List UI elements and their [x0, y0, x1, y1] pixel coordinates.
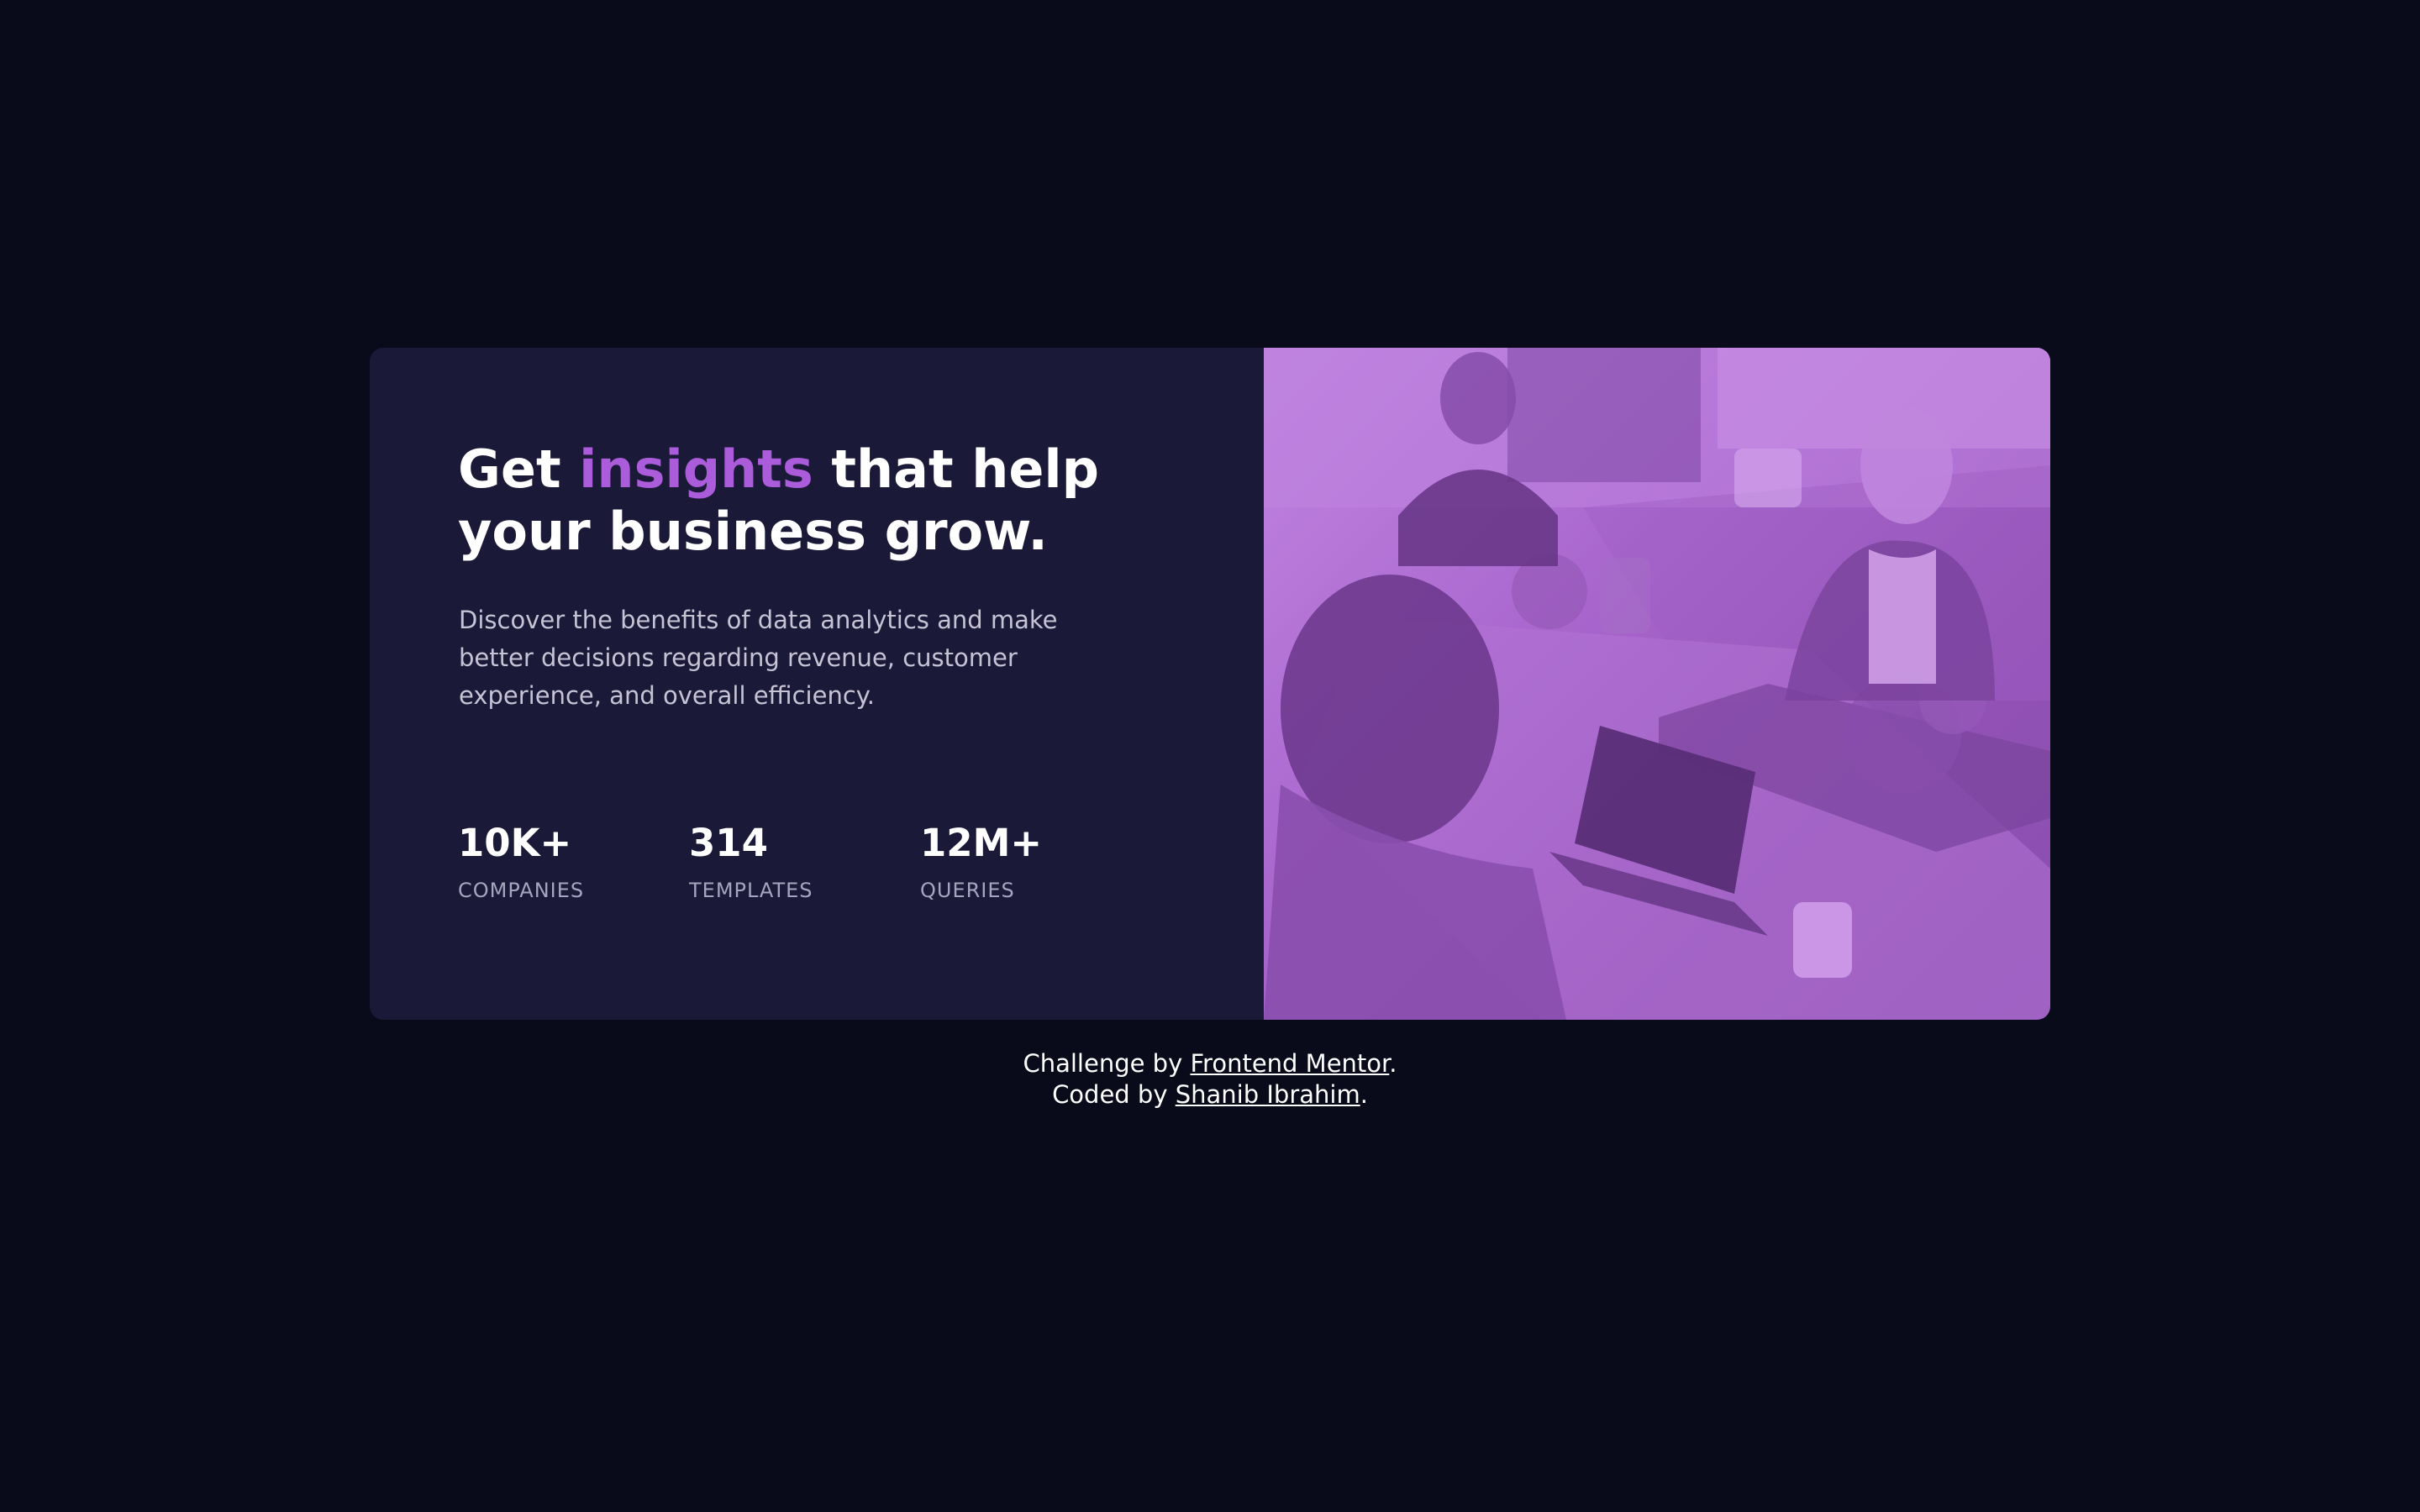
card-content: Get insights that help your business gro…	[370, 348, 1264, 1020]
stat-value: 10K+	[458, 821, 572, 865]
attribution-suffix: .	[1360, 1080, 1368, 1109]
page: Get insights that help your business gro…	[0, 0, 2420, 1512]
attribution: Challenge by Frontend Mentor. Coded by S…	[0, 1048, 2420, 1110]
office-scene-illustration	[1264, 348, 2050, 1020]
stat-queries: 12M+ QUERIES	[920, 818, 1151, 902]
attribution-prefix: Challenge by	[1023, 1049, 1191, 1078]
headline-accent: insights	[579, 438, 813, 500]
description: Discover the benefits of data analytics …	[459, 606, 1058, 710]
stat-value: 314	[689, 821, 768, 865]
stat-label: QUERIES	[920, 879, 1015, 902]
attribution-line-1: Challenge by Frontend Mentor.	[0, 1048, 2420, 1079]
stat-companies: 10K+ COMPANIES	[458, 818, 689, 902]
attribution-line-2: Coded by Shanib Ibrahim.	[0, 1079, 2420, 1110]
header-image	[1264, 348, 2050, 1020]
frontend-mentor-link[interactable]: Frontend Mentor	[1190, 1049, 1389, 1078]
headline: Get insights that help your business gro…	[458, 438, 1197, 563]
stat-label: TEMPLATES	[689, 879, 813, 902]
author-link[interactable]: Shanib Ibrahim	[1176, 1080, 1360, 1109]
stats-row: 10K+ COMPANIES 314 TEMPLATES 12M+ QUERIE…	[458, 818, 1151, 902]
attribution-prefix: Coded by	[1052, 1080, 1176, 1109]
stats-preview-card: Get insights that help your business gro…	[370, 348, 2050, 1020]
stat-value: 12M+	[920, 821, 1043, 865]
attribution-suffix: .	[1389, 1049, 1397, 1078]
stat-templates: 314 TEMPLATES	[689, 818, 920, 902]
headline-before: Get	[458, 438, 580, 500]
stat-label: COMPANIES	[458, 879, 585, 902]
